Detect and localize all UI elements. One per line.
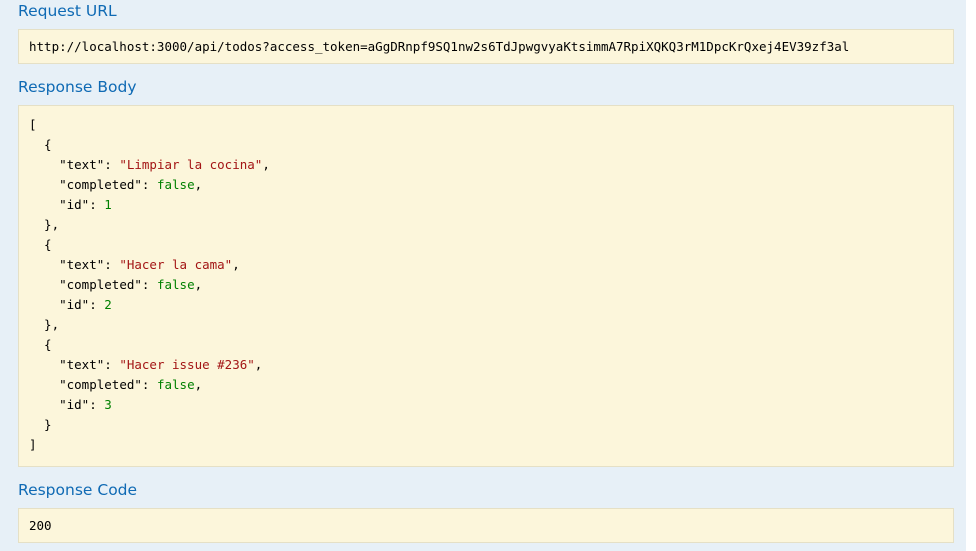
json-punct-token: { xyxy=(29,337,52,352)
json-punct-token xyxy=(29,377,59,392)
json-punct-token: : xyxy=(89,397,105,412)
json-punct-token xyxy=(29,397,59,412)
json-punct-token xyxy=(29,277,59,292)
json-punct-token xyxy=(29,257,59,272)
response-body-line: "text": "Limpiar la cocina", xyxy=(29,155,270,175)
json-key-token: "text" xyxy=(59,357,105,372)
json-string-token: "Hacer la cama" xyxy=(119,257,233,272)
json-punct-token: : xyxy=(104,257,120,272)
json-key-token: "completed" xyxy=(59,177,142,192)
response-body-line: [ xyxy=(29,115,270,135)
json-literal-token: 3 xyxy=(104,397,112,412)
response-body-line: "completed": false, xyxy=(29,275,270,295)
json-literal-token: 2 xyxy=(104,297,112,312)
json-punct-token: , xyxy=(254,357,263,372)
json-punct-token: : xyxy=(141,377,157,392)
json-key-token: "completed" xyxy=(59,377,142,392)
json-string-token: "Hacer issue #236" xyxy=(119,357,255,372)
json-key-token: "id" xyxy=(59,197,90,212)
json-punct-token: { xyxy=(29,237,52,252)
response-body-box: [ { "text": "Limpiar la cocina", "comple… xyxy=(18,105,954,467)
json-punct-token: { xyxy=(29,137,52,152)
json-literal-token: 1 xyxy=(104,197,112,212)
response-body-line: "id": 3 xyxy=(29,395,270,415)
json-string-token: "Limpiar la cocina" xyxy=(119,157,263,172)
response-body-line: "text": "Hacer issue #236", xyxy=(29,355,270,375)
json-punct-token xyxy=(29,157,59,172)
response-body-heading: Response Body xyxy=(18,78,137,96)
response-body-line: "id": 1 xyxy=(29,195,270,215)
json-literal-token: false xyxy=(156,377,195,392)
json-punct-token xyxy=(29,297,59,312)
json-key-token: "completed" xyxy=(59,277,142,292)
json-literal-token: false xyxy=(156,277,195,292)
response-body-line: "text": "Hacer la cama", xyxy=(29,255,270,275)
response-body-line: ] xyxy=(29,435,270,455)
response-body-line: { xyxy=(29,135,270,155)
json-key-token: "text" xyxy=(59,257,105,272)
json-punct-token: , xyxy=(194,277,203,292)
json-punct-token: [ xyxy=(29,117,37,132)
response-body-line: } xyxy=(29,415,270,435)
json-punct-token: : xyxy=(104,157,120,172)
response-body-line: { xyxy=(29,335,270,355)
request-url-heading: Request URL xyxy=(18,2,117,20)
response-panel: Request URL http://localhost:3000/api/to… xyxy=(0,0,966,551)
json-punct-token: : xyxy=(89,297,105,312)
json-punct-token: , xyxy=(194,177,203,192)
request-url-box: http://localhost:3000/api/todos?access_t… xyxy=(18,29,954,64)
json-punct-token: : xyxy=(104,357,120,372)
json-punct-token xyxy=(29,357,59,372)
json-punct-token: , xyxy=(232,257,240,272)
json-punct-token: } xyxy=(29,417,52,432)
json-punct-token xyxy=(29,197,59,212)
request-url-value[interactable]: http://localhost:3000/api/todos?access_t… xyxy=(29,37,849,57)
json-key-token: "id" xyxy=(59,397,90,412)
response-code-value[interactable]: 200 xyxy=(29,516,52,536)
json-punct-token: , xyxy=(194,377,203,392)
json-punct-token xyxy=(29,177,59,192)
response-body-line: }, xyxy=(29,315,270,335)
page-scrollbar[interactable] xyxy=(966,0,976,551)
response-body-code[interactable]: [ { "text": "Limpiar la cocina", "comple… xyxy=(29,115,270,455)
response-body-line: }, xyxy=(29,215,270,235)
json-punct-token: }, xyxy=(29,217,60,232)
json-punct-token: ] xyxy=(29,437,37,452)
response-body-line: { xyxy=(29,235,270,255)
response-body-line: "completed": false, xyxy=(29,375,270,395)
response-code-heading: Response Code xyxy=(18,481,138,499)
json-punct-token: : xyxy=(141,177,157,192)
json-punct-token: }, xyxy=(29,317,60,332)
response-body-line: "id": 2 xyxy=(29,295,270,315)
json-punct-token: : xyxy=(141,277,157,292)
json-literal-token: false xyxy=(156,177,195,192)
json-key-token: "text" xyxy=(59,157,105,172)
response-code-box: 200 xyxy=(18,508,954,543)
response-body-line: "completed": false, xyxy=(29,175,270,195)
json-punct-token: , xyxy=(262,157,270,172)
json-punct-token: : xyxy=(89,197,105,212)
json-key-token: "id" xyxy=(59,297,90,312)
